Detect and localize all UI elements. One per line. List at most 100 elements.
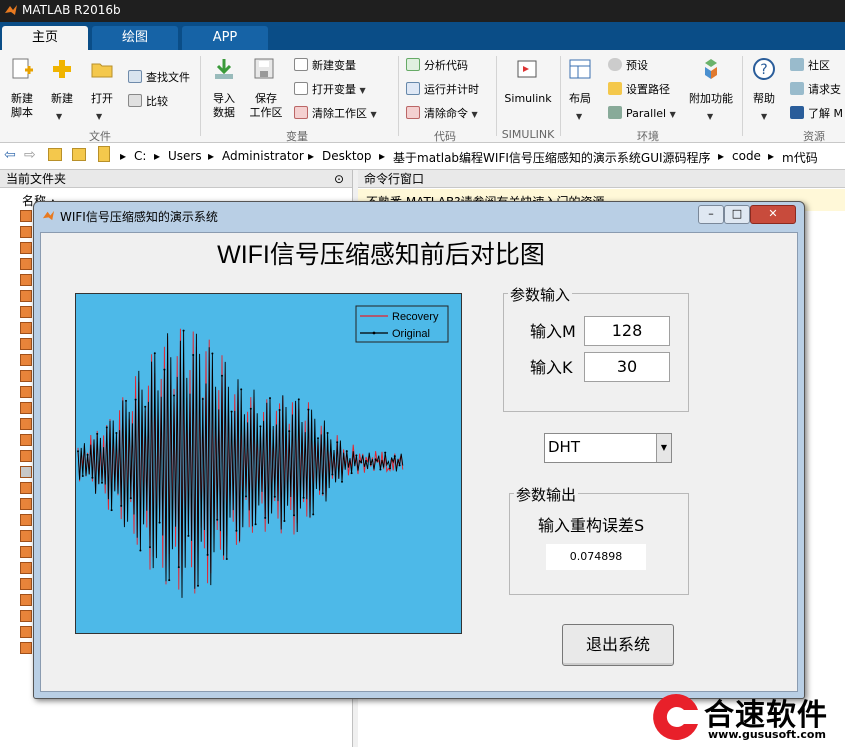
parallel-button[interactable]: Parallel ▼: [608, 106, 676, 122]
matlab-file-icon[interactable]: [20, 546, 32, 558]
help-dropdown-icon[interactable]: ▼: [761, 110, 767, 124]
panel-menu-icon[interactable]: ⊙: [334, 170, 344, 188]
matlab-file-icon[interactable]: [20, 594, 32, 606]
maximize-button[interactable]: □: [724, 205, 750, 224]
request-support-button[interactable]: 请求支: [790, 82, 841, 98]
matlab-file-icon[interactable]: [20, 514, 32, 526]
method-select[interactable]: DHT ▼: [544, 433, 672, 463]
find-files-button[interactable]: 查找文件: [128, 70, 190, 86]
matlab-file-icon[interactable]: [20, 642, 32, 654]
close-button[interactable]: ✕: [750, 205, 796, 224]
analyze-code-icon: [406, 58, 420, 71]
breadcrumb-m-code[interactable]: m代码: [782, 149, 818, 166]
matlab-file-icon[interactable]: [20, 338, 32, 350]
original-signal-marker: [264, 517, 266, 519]
tab-home[interactable]: 主页: [2, 26, 88, 50]
matlab-file-icon[interactable]: [20, 450, 32, 462]
matlab-file-icon[interactable]: [20, 610, 32, 622]
compare-button[interactable]: 比较: [128, 94, 168, 110]
run-and-time-button[interactable]: 运行并计时: [406, 82, 479, 98]
params-output-group: 参数输出 输入重构误差S 0.074898: [509, 493, 689, 595]
up-folder-icon[interactable]: [48, 148, 62, 161]
simulink-button[interactable]: Simulink: [500, 92, 556, 106]
find-files-label: 查找文件: [146, 71, 190, 84]
add-ons-dropdown-icon[interactable]: ▼: [707, 110, 713, 124]
save-workspace-button[interactable]: 保存 工作区: [244, 92, 288, 120]
tab-apps[interactable]: APP: [182, 26, 268, 50]
clear-commands-button[interactable]: 清除命令 ▼: [406, 106, 478, 122]
matlab-file-icon[interactable]: [20, 578, 32, 590]
tab-plots[interactable]: 绘图: [92, 26, 178, 50]
layout-dropdown-icon[interactable]: ▼: [576, 110, 582, 124]
run-and-time-icon: [406, 82, 420, 95]
original-signal-marker: [331, 474, 333, 476]
preferences-button[interactable]: 预设: [608, 58, 648, 74]
open-dropdown-icon[interactable]: ▼: [96, 110, 102, 124]
original-signal-marker: [307, 409, 309, 411]
ribbon-divider: [496, 56, 497, 136]
matlab-file-icon[interactable]: [20, 418, 32, 430]
k-input[interactable]: 30: [584, 352, 670, 382]
original-signal-marker: [322, 492, 324, 494]
original-signal-marker: [303, 497, 305, 499]
breadcrumb-desktop[interactable]: Desktop: [322, 149, 372, 163]
matlab-file-icon[interactable]: [20, 370, 32, 382]
open-button[interactable]: 打开: [84, 92, 120, 106]
analyze-code-button[interactable]: 分析代码: [406, 58, 468, 74]
exit-system-button[interactable]: 退出系统: [562, 624, 674, 666]
matlab-file-icon[interactable]: [20, 226, 32, 238]
add-ons-button[interactable]: 附加功能: [686, 92, 736, 106]
new-variable-button[interactable]: 新建变量: [294, 58, 356, 74]
browse-folder-icon[interactable]: [72, 148, 86, 161]
breadcrumb-code[interactable]: code: [732, 149, 761, 163]
original-signal-marker: [115, 432, 117, 434]
clear-commands-icon: [406, 106, 420, 119]
clear-workspace-button[interactable]: 清除工作区 ▼: [294, 106, 377, 122]
new-button[interactable]: 新建: [44, 92, 80, 106]
breadcrumb-administrator[interactable]: Administrator: [222, 149, 304, 163]
matlab-file-icon[interactable]: [20, 562, 32, 574]
forward-arrow-icon[interactable]: ⇨: [24, 147, 36, 163]
matlab-file-icon[interactable]: [20, 210, 32, 222]
matlab-file-icon[interactable]: [20, 530, 32, 542]
watermark-url: www.gususoft.com: [708, 728, 826, 741]
import-data-button[interactable]: 导入 数据: [204, 92, 244, 120]
matlab-file-icon[interactable]: [20, 402, 32, 414]
breadcrumb-users[interactable]: Users: [168, 149, 202, 163]
back-arrow-icon[interactable]: ⇦: [4, 147, 16, 163]
matlab-file-icon[interactable]: [20, 242, 32, 254]
matlab-file-icon[interactable]: [20, 290, 32, 302]
matlab-file-icon[interactable]: [20, 498, 32, 510]
minimize-button[interactable]: –: [698, 205, 724, 224]
original-signal-marker: [317, 437, 319, 439]
breadcrumb-project-folder[interactable]: 基于matlab编程WIFI信号压缩感知的演示系统GUI源码程序: [393, 149, 711, 166]
chevron-down-icon[interactable]: ▼: [656, 434, 671, 462]
matlab-file-icon[interactable]: [20, 626, 32, 638]
original-signal-marker: [231, 411, 233, 413]
original-signal-marker: [288, 430, 290, 432]
layout-button[interactable]: 布局: [562, 92, 598, 106]
set-path-button[interactable]: 设置路径: [608, 82, 670, 98]
matlab-file-icon[interactable]: [20, 306, 32, 318]
learn-matlab-button[interactable]: 了解 M: [790, 106, 843, 122]
m-input[interactable]: 128: [584, 316, 670, 346]
open-variable-button[interactable]: 打开变量 ▼: [294, 82, 366, 98]
original-signal-marker: [91, 477, 93, 479]
matlab-file-icon[interactable]: [20, 258, 32, 270]
original-signal-marker: [370, 463, 372, 465]
help-button[interactable]: 帮助: [744, 92, 784, 106]
matlab-file-icon[interactable]: [20, 274, 32, 286]
breadcrumb-drive[interactable]: C:: [134, 149, 146, 163]
new-script-button[interactable]: 新建 脚本: [2, 92, 42, 120]
matlab-file-icon[interactable]: [20, 434, 32, 446]
matlab-file-icon[interactable]: [20, 466, 32, 478]
matlab-file-icon[interactable]: [20, 354, 32, 366]
compare-label: 比较: [146, 95, 168, 108]
new-dropdown-icon[interactable]: ▼: [56, 110, 62, 124]
matlab-file-icon[interactable]: [20, 482, 32, 494]
analyze-code-label: 分析代码: [424, 59, 468, 72]
matlab-file-icon[interactable]: [20, 386, 32, 398]
k-label: 输入K: [530, 354, 573, 378]
matlab-file-icon[interactable]: [20, 322, 32, 334]
community-button[interactable]: 社区: [790, 58, 830, 74]
